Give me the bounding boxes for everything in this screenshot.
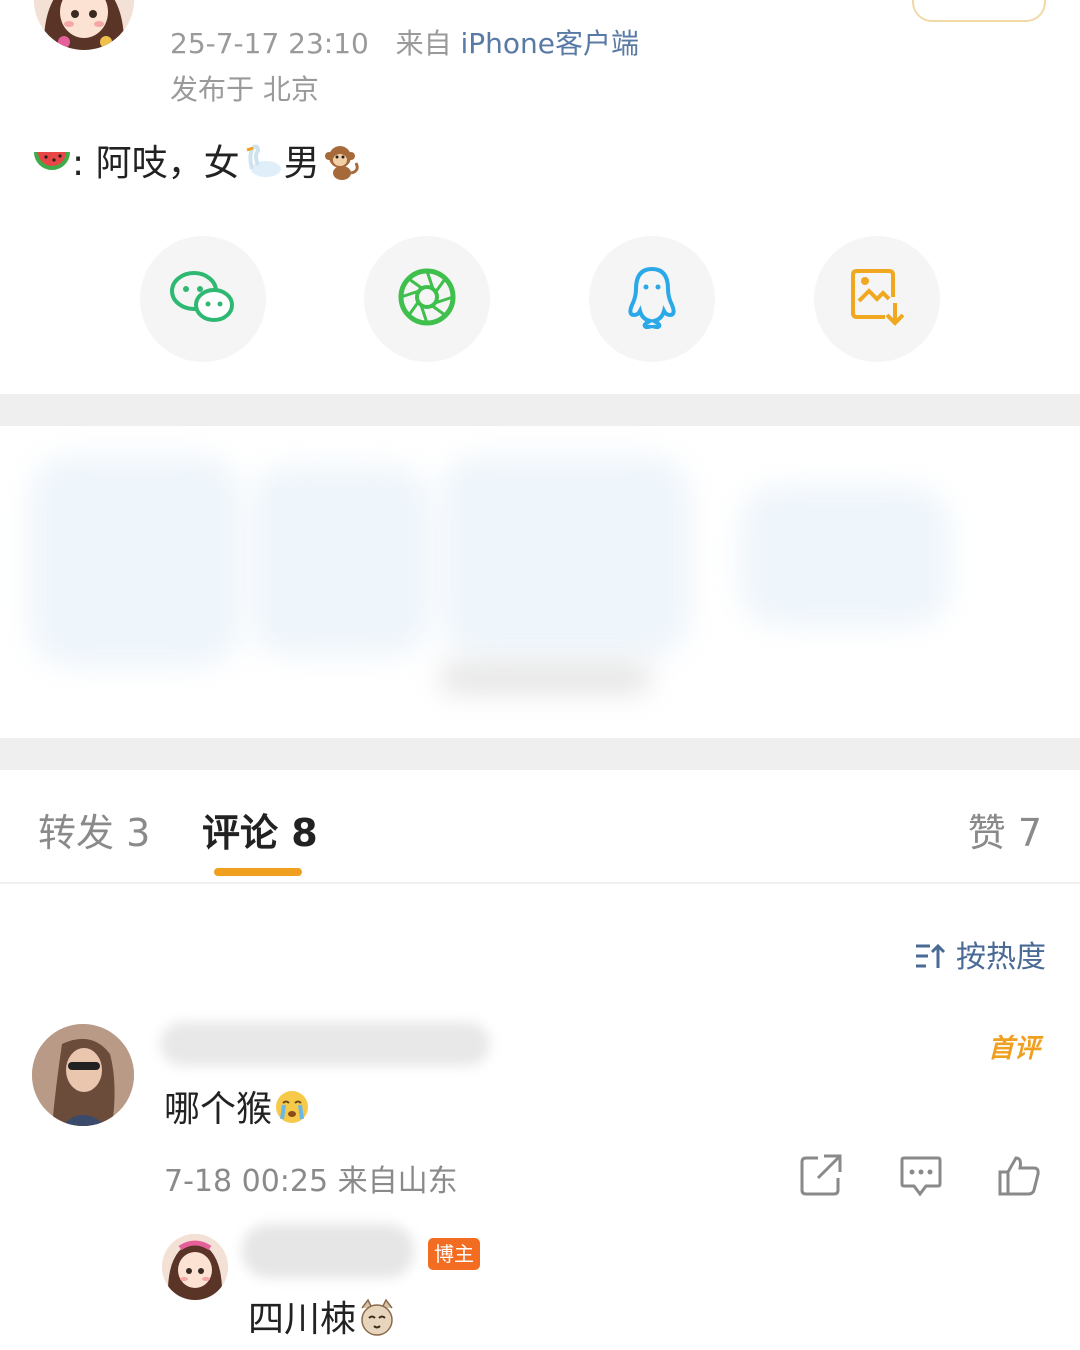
qq-icon xyxy=(624,265,680,333)
sort-toggle[interactable]: 按热度 xyxy=(914,932,1046,976)
tab-likes[interactable]: 赞 7 xyxy=(968,802,1042,857)
post-source[interactable]: iPhone客户端 xyxy=(461,27,640,60)
tab-comments[interactable]: 评论 8 xyxy=(202,802,318,857)
tab-reposts[interactable]: 转发 3 xyxy=(38,802,150,857)
follow-button[interactable] xyxy=(912,0,1046,22)
tabs-divider xyxy=(0,882,1080,884)
swan-emoji xyxy=(242,143,282,188)
blogger-name-blurred[interactable] xyxy=(242,1224,414,1278)
blogger-badge: 博主 xyxy=(428,1238,480,1270)
first-comment-badge: 首评 xyxy=(987,1034,1040,1064)
share-wechat-button[interactable] xyxy=(140,236,266,362)
reply-text: 四川栜 xyxy=(248,1290,398,1345)
post-source-prefix: 来自 xyxy=(395,27,452,60)
author-avatar[interactable] xyxy=(34,0,134,50)
crying-emoji xyxy=(274,1089,310,1134)
section-divider xyxy=(0,394,1080,426)
blogger-avatar[interactable] xyxy=(162,1234,228,1300)
post-location: 发布于 北京 xyxy=(170,73,319,106)
post-time: 25-7-17 23:10 xyxy=(170,27,369,60)
blurred-content xyxy=(0,426,1080,738)
section-divider-2 xyxy=(0,738,1080,770)
post-meta: 25-7-17 23:10 来自 iPhone客户端 xyxy=(170,22,639,62)
post-text-part-2: 男 xyxy=(283,143,320,184)
save-image-button[interactable] xyxy=(814,236,940,362)
active-tab-indicator xyxy=(214,868,302,876)
comment-meta: 7-18 00:25 来自山东 xyxy=(164,1164,458,1199)
share-qq-button[interactable] xyxy=(589,236,715,362)
reply-comment-icon[interactable] xyxy=(898,1152,944,1198)
watermelon-emoji xyxy=(34,145,70,185)
comment-text-content: 哪个猴 xyxy=(164,1089,273,1130)
share-comment-icon[interactable] xyxy=(798,1152,844,1198)
monkey-emoji xyxy=(322,141,362,190)
share-moments-button[interactable] xyxy=(364,236,490,362)
moments-icon xyxy=(397,267,457,331)
cat-emoji xyxy=(358,1298,396,1345)
comment-text: 哪个猴 xyxy=(164,1080,312,1134)
post-body: : 阿吱，女 男 xyxy=(32,134,364,190)
sort-label: 按热度 xyxy=(956,940,1046,975)
commenter-name-blurred[interactable] xyxy=(160,1022,490,1066)
reply-text-content: 四川栜 xyxy=(248,1299,357,1340)
sort-icon xyxy=(914,940,956,975)
like-comment-icon[interactable] xyxy=(996,1152,1042,1198)
wechat-icon xyxy=(168,267,238,331)
post-text-part-1: : 阿吱，女 xyxy=(72,143,240,184)
save-image-icon xyxy=(849,267,905,331)
commenter-avatar[interactable] xyxy=(32,1024,134,1126)
